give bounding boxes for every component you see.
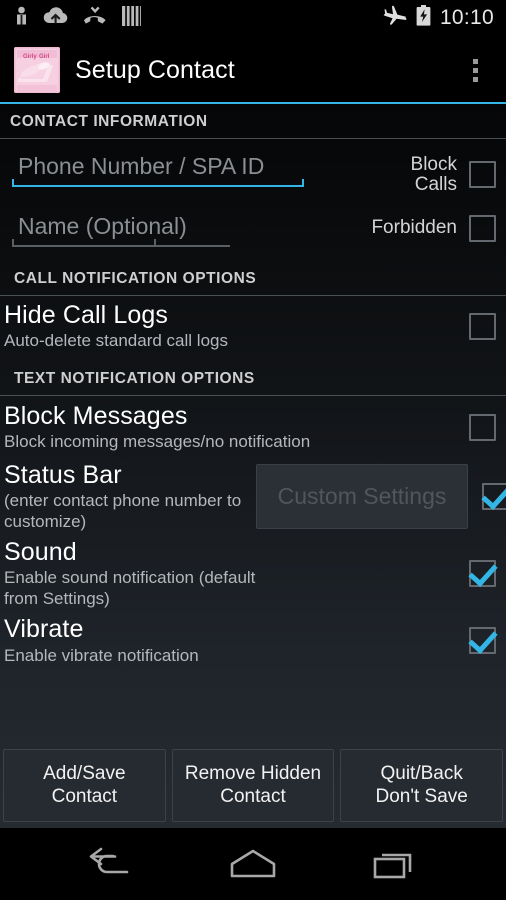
settings-content: CONTACT INFORMATION Block Calls xyxy=(0,104,506,828)
action-bar-accent-line xyxy=(0,102,506,104)
person-icon xyxy=(14,6,29,31)
back-icon[interactable] xyxy=(79,840,143,888)
home-icon[interactable] xyxy=(221,840,285,888)
recents-icon[interactable] xyxy=(363,840,427,888)
setting-text: Hide Call Logs Auto-delete standard call… xyxy=(4,301,469,352)
block-messages-checkbox[interactable] xyxy=(469,413,496,441)
block-calls-label: Block Calls xyxy=(411,155,457,195)
setting-title: Status Bar xyxy=(4,460,122,489)
forbidden-checkbox[interactable] xyxy=(469,214,496,242)
setting-subtitle: Enable vibrate notification xyxy=(4,645,199,665)
button-label-line1: Quit/Back xyxy=(380,762,463,784)
forbidden-label: Forbidden xyxy=(371,217,457,239)
setting-text: Status Bar (enter contact phone number t… xyxy=(4,461,242,532)
girly-girl-app-icon: Girly Girl xyxy=(14,47,60,93)
setting-title: Vibrate xyxy=(4,615,84,644)
setting-title: Block Messages xyxy=(4,401,188,430)
sim-bars-icon xyxy=(122,5,141,31)
quit-back-dont-save-button[interactable]: Quit/Back Don't Save xyxy=(340,748,504,822)
name-field-wrap xyxy=(4,210,304,247)
sound-checkbox[interactable] xyxy=(469,560,496,588)
forbidden-toggle-group: Forbidden xyxy=(304,211,496,242)
setting-end xyxy=(482,482,506,510)
setting-row-status-bar[interactable]: Status Bar (enter contact phone number t… xyxy=(0,457,506,534)
block-calls-toggle-group: Block Calls xyxy=(304,151,496,195)
page-title: Setup Contact xyxy=(75,55,235,84)
field-tick-right xyxy=(302,179,304,187)
remove-hidden-contact-button[interactable]: Remove Hidden Contact xyxy=(171,748,335,822)
setting-text: Sound Enable sound notification (default… xyxy=(4,538,469,609)
block-calls-label-line2: Calls xyxy=(414,173,457,195)
field-tick-left xyxy=(12,238,14,247)
section-header-call-notification-options: CALL NOTIFICATION OPTIONS xyxy=(14,269,257,287)
setting-title: Hide Call Logs xyxy=(4,300,168,329)
action-bar: Girly Girl Setup Contact xyxy=(0,36,506,104)
status-bar-left-icons xyxy=(14,5,141,31)
setting-text: Block Messages Block incoming messages/n… xyxy=(4,402,469,453)
name-field-row: Forbidden xyxy=(0,195,506,247)
setting-end xyxy=(469,312,496,340)
android-screen: 10:10 Girly Girl Setup Contact CONTACT I… xyxy=(0,0,506,900)
status-bar: 10:10 xyxy=(0,0,506,36)
setting-end xyxy=(469,413,496,441)
vibrate-checkbox[interactable] xyxy=(469,627,496,655)
svg-text:Girl: Girl xyxy=(39,54,50,60)
phone-field-wrap xyxy=(4,151,304,187)
airplane-mode-icon xyxy=(383,5,407,31)
field-tick-right xyxy=(154,238,156,247)
setting-row-sound[interactable]: Sound Enable sound notification (default… xyxy=(0,534,506,611)
block-calls-checkbox[interactable] xyxy=(469,161,496,189)
button-label-line2: Contact xyxy=(220,786,286,808)
setting-row-vibrate[interactable]: Vibrate Enable vibrate notification xyxy=(0,611,506,669)
overflow-menu-icon[interactable] xyxy=(458,47,492,93)
custom-settings-button[interactable]: Custom Settings xyxy=(256,463,468,529)
button-label-line1: Add/Save xyxy=(43,762,126,784)
setting-row-block-messages[interactable]: Block Messages Block incoming messages/n… xyxy=(0,396,506,457)
add-save-contact-button[interactable]: Add/Save Contact xyxy=(3,748,166,822)
name-input[interactable] xyxy=(12,210,230,247)
setting-subtitle: (enter contact phone number to customize… xyxy=(4,491,242,531)
svg-text:Girly: Girly xyxy=(23,54,37,60)
setting-row-hide-call-logs[interactable]: Hide Call Logs Auto-delete standard call… xyxy=(0,296,506,357)
setting-mid: Custom Settings xyxy=(242,463,482,529)
battery-charging-icon xyxy=(416,5,431,31)
navigation-bar xyxy=(0,828,506,900)
setting-end xyxy=(469,560,496,588)
status-bar-right-icons: 10:10 xyxy=(383,5,494,31)
block-calls-label-line1: Block xyxy=(410,154,457,175)
phone-field-row: Block Calls xyxy=(0,139,506,195)
button-label-line1: Remove Hidden xyxy=(184,762,322,784)
status-bar-checkbox[interactable] xyxy=(482,482,506,510)
setting-text: Vibrate Enable vibrate notification xyxy=(4,615,469,666)
missed-call-icon xyxy=(82,6,108,31)
setting-title: Sound xyxy=(4,537,77,566)
section-header-contact-information: CONTACT INFORMATION xyxy=(10,113,208,130)
hide-call-logs-checkbox[interactable] xyxy=(469,312,496,340)
cloud-upload-icon xyxy=(43,6,68,30)
action-button-bar: Add/Save Contact Remove Hidden Contact Q… xyxy=(0,747,506,829)
field-tick-left xyxy=(12,179,14,187)
setting-end xyxy=(469,627,496,655)
setting-subtitle: Enable sound notification (default from … xyxy=(4,568,256,608)
status-bar-clock: 10:10 xyxy=(439,5,494,29)
phone-input[interactable] xyxy=(12,151,304,187)
button-label-line2: Don't Save xyxy=(375,786,468,808)
setting-subtitle: Auto-delete standard call logs xyxy=(4,331,228,351)
setting-subtitle: Block incoming messages/no notification xyxy=(4,432,311,452)
section-header-text-notification-options: TEXT NOTIFICATION OPTIONS xyxy=(14,369,255,387)
button-label-line2: Contact xyxy=(51,786,118,808)
